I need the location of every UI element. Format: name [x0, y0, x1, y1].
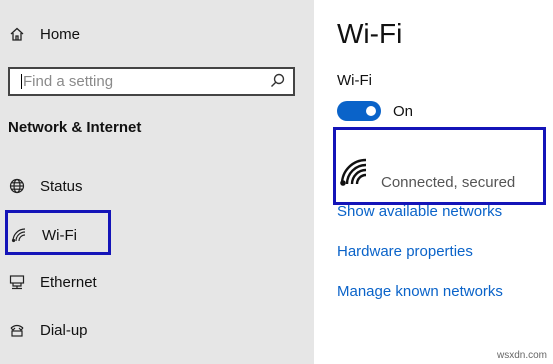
- toggle-state-label: On: [393, 103, 414, 120]
- wifi-highlight-box: [5, 210, 111, 255]
- toggle-knob: [366, 106, 376, 116]
- connection-status: Connected, secured: [381, 174, 516, 191]
- sidebar-item-label: Status: [40, 177, 83, 195]
- watermark-text: wsxdn.com: [496, 350, 547, 361]
- wifi-toggle-switch[interactable]: [337, 101, 381, 121]
- sidebar-item-ethernet[interactable]: Ethernet: [8, 273, 97, 291]
- sidebar-item-status[interactable]: Status: [8, 177, 83, 195]
- page-title: Wi-Fi: [337, 18, 403, 49]
- dialup-icon: [8, 321, 26, 339]
- settings-sidebar: Home Network & Internet Status Wi-Fi: [0, 0, 314, 364]
- home-nav-item[interactable]: Home: [8, 25, 80, 43]
- sidebar-item-label: Ethernet: [40, 273, 97, 291]
- ethernet-icon: [8, 273, 26, 291]
- manage-known-networks-link[interactable]: Manage known networks: [337, 283, 503, 300]
- show-available-networks-link[interactable]: Show available networks: [337, 203, 502, 220]
- search-input[interactable]: [23, 69, 268, 94]
- wifi-toggle-label: Wi-Fi: [337, 72, 372, 89]
- wifi-signal-icon[interactable]: [339, 157, 369, 192]
- home-icon: [8, 25, 26, 43]
- text-caret: [21, 74, 22, 89]
- search-icon[interactable]: [270, 73, 285, 93]
- section-title: Network & Internet: [8, 119, 142, 136]
- home-label: Home: [40, 25, 81, 43]
- globe-icon: [8, 177, 26, 195]
- sidebar-item-dialup[interactable]: Dial-up: [8, 321, 88, 339]
- sidebar-item-label: Dial-up: [40, 321, 88, 339]
- hardware-properties-link[interactable]: Hardware properties: [337, 243, 473, 260]
- search-box[interactable]: [8, 67, 295, 96]
